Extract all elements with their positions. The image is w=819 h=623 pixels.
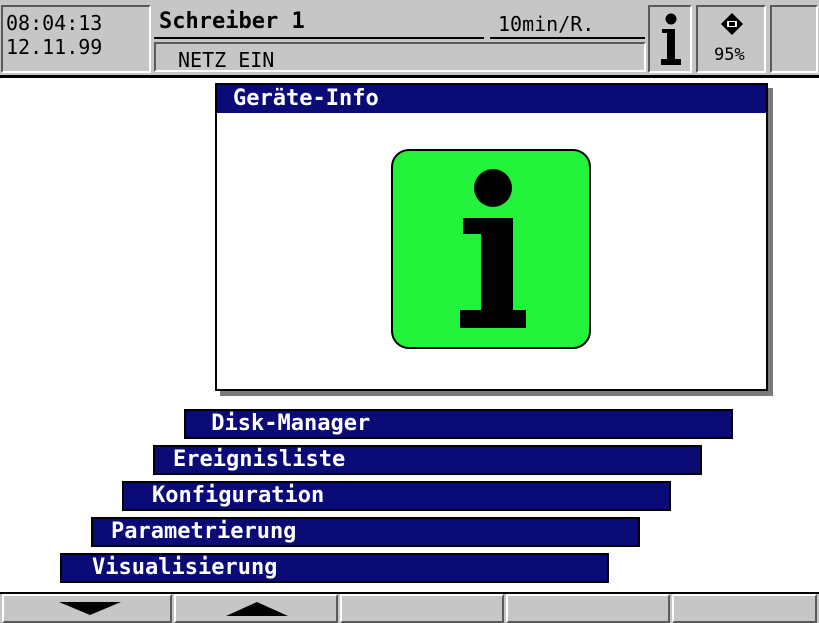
menu-item-konfiguration[interactable]: Konfiguration	[122, 481, 671, 511]
compact-flash-card-icon	[721, 13, 743, 35]
device-info-dialog: Geräte-Info	[215, 83, 768, 391]
menu-item-visualisierung[interactable]: Visualisierung	[60, 553, 609, 583]
menu-item-disk-manager[interactable]: Disk-Manager	[184, 409, 733, 439]
clock-time: 08:04:13	[6, 11, 103, 35]
card-percent: 95%	[714, 45, 745, 65]
status-box: NETZ EIN	[154, 42, 646, 72]
header-spare-box	[770, 5, 818, 73]
device-info-button[interactable]	[648, 5, 692, 73]
info-icon	[460, 169, 526, 328]
softkey-4[interactable]	[506, 594, 670, 623]
recorder-title: Schreiber 1	[159, 9, 305, 34]
softkey-3[interactable]	[340, 594, 504, 623]
chart-speed: 10min/R.	[498, 12, 595, 36]
menu-item-parametrierung[interactable]: Parametrierung	[91, 517, 640, 547]
memory-card-box[interactable]: 95%	[696, 5, 766, 73]
arrow-up-icon	[226, 602, 288, 616]
arrow-down-icon	[59, 602, 121, 615]
softkey-scroll-up[interactable]	[174, 594, 338, 623]
softkey-scroll-down[interactable]	[2, 594, 172, 623]
recorder-title-box: Schreiber 1	[154, 5, 484, 39]
info-icon	[661, 13, 681, 65]
speed-box: 10min/R.	[490, 5, 645, 39]
menu-item-ereignisliste[interactable]: Ereignisliste	[153, 445, 702, 475]
softkey-5[interactable]	[672, 594, 817, 623]
status-header: 08:04:13 12.11.99 Schreiber 1 10min/R. N…	[0, 0, 819, 78]
dialog-title: Geräte-Info	[217, 85, 766, 113]
datetime-box: 08:04:13 12.11.99	[1, 5, 151, 73]
status-text: NETZ EIN	[178, 48, 275, 72]
info-badge	[391, 149, 591, 349]
clock-date: 12.11.99	[6, 35, 103, 59]
softkey-bar	[0, 592, 819, 623]
